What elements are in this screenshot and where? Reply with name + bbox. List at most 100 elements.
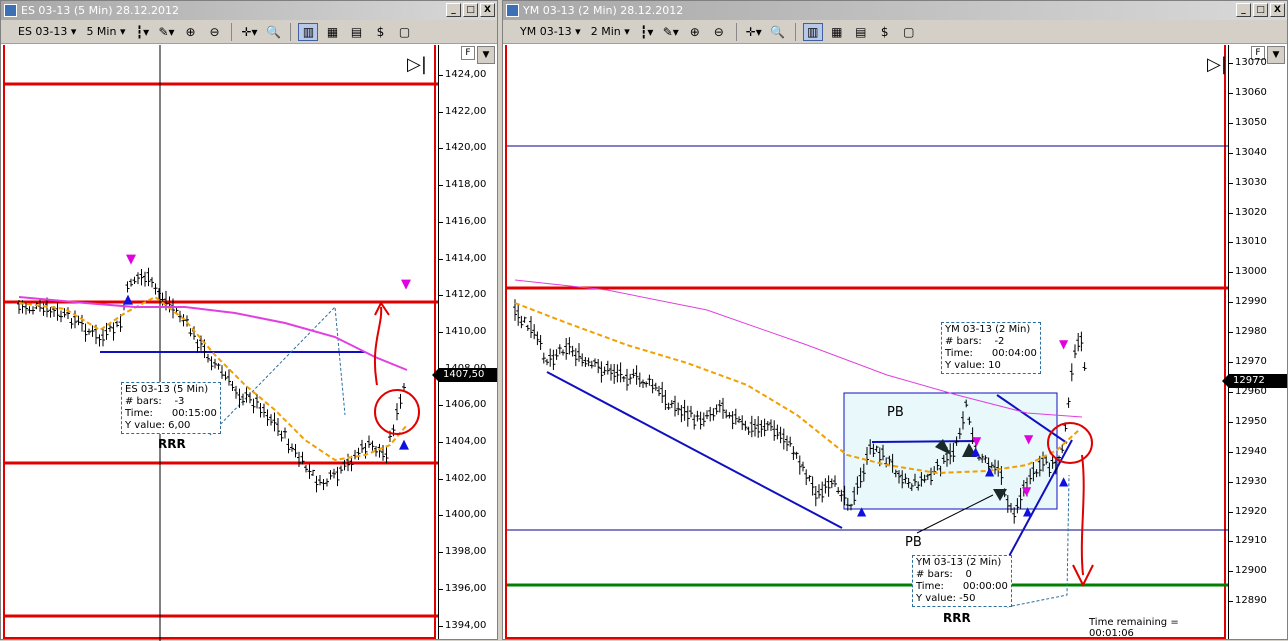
axis-tick-label: 12950	[1229, 415, 1267, 427]
toolbar-divider	[231, 22, 233, 41]
ym-chart-window[interactable]: YM 03-13 (2 Min) 28.12.2012 _ □ X YM 03-…	[502, 0, 1288, 640]
properties-icon[interactable]: ▢	[394, 23, 414, 41]
minimize-button[interactable]: _	[446, 3, 461, 17]
instrument-selector[interactable]: ES 03-13 ▾	[15, 25, 79, 38]
axis-tick-label: 12990	[1229, 296, 1267, 308]
price-axis[interactable]: F ▼ 13070 13060 13050 13040 13030 13020 13010 1…	[1222, 45, 1287, 639]
axis-tick-label: 13070	[1229, 57, 1267, 68]
chart-style-icon[interactable]: ▤	[851, 23, 871, 41]
interval-selector[interactable]: 5 Min ▾	[83, 25, 128, 38]
bars-type-icon[interactable]: ┇▾	[132, 23, 152, 41]
dollar-icon[interactable]: $	[370, 23, 390, 41]
strategies-icon[interactable]: ▦	[827, 23, 847, 41]
axis-tick-label: 13030	[1229, 176, 1267, 188]
axis-dropdown-button[interactable]: ▼	[1267, 46, 1285, 64]
chart-toolbar: YM 03-13 ▾ 2 Min ▾ ┇▾ ✎▾ ⊕ ⊖ ✛▾ 🔍 ▥ ▦ ▤ …	[503, 20, 1287, 44]
indicators-icon[interactable]: ▥	[802, 22, 823, 41]
zoom-in-icon[interactable]: ⊕	[685, 23, 705, 41]
time-remaining: Time remaining = 00:01:06	[1089, 617, 1179, 639]
axis-tick-label: 1402,00	[438, 472, 487, 484]
instrument-selector[interactable]: YM 03-13 ▾	[517, 25, 584, 38]
axis-tick-label: 13050	[1229, 116, 1267, 128]
title-bar[interactable]: ES 03-13 (5 Min) 28.12.2012 _ □ X	[1, 1, 497, 20]
axis-tick-label: 1398,00	[438, 546, 487, 558]
axis-tick-label: 12900	[1229, 565, 1267, 577]
measure-info-box-top: YM 03-13 (2 Min) # bars: -2 Time: 00:04:00…	[941, 322, 1041, 374]
zoom-out-icon[interactable]: ⊖	[204, 23, 224, 41]
axis-tick-label: 1420,00	[438, 142, 487, 154]
toolbar-divider	[735, 22, 737, 41]
axis-tick-label: 12930	[1229, 475, 1267, 487]
measure-info-box: ES 03-13 (5 Min) # bars: -3 Time: 00:15:00…	[121, 382, 221, 434]
axis-tick-label: 1422,00	[438, 105, 487, 117]
pencil-icon[interactable]: ✎▾	[156, 23, 176, 41]
crosshair-icon[interactable]: ✛▾	[239, 23, 259, 41]
signal-arrow: ▲	[1059, 474, 1069, 488]
axis-tick-label: 13040	[1229, 146, 1267, 158]
axis-dropdown-button[interactable]: ▼	[477, 46, 495, 64]
close-button[interactable]: X	[1270, 3, 1285, 17]
last-price-marker: 12972	[1222, 374, 1287, 388]
rrr-label: RRR	[943, 611, 971, 625]
axis-tick-label: 12920	[1229, 505, 1267, 517]
window-title: YM 03-13 (2 Min) 28.12.2012	[523, 4, 684, 17]
axis-tick-label: 1416,00	[438, 215, 487, 227]
signal-arrow: ▼	[1059, 337, 1069, 351]
bars-type-icon[interactable]: ┇▾	[637, 23, 657, 41]
chart-style-icon[interactable]: ▤	[346, 23, 366, 41]
signal-arrow: ▲	[857, 504, 867, 518]
signal-arrow: ▲	[399, 437, 409, 452]
strategies-icon[interactable]: ▦	[322, 23, 342, 41]
axis-tick-label: 1404,00	[438, 436, 487, 447]
es-plot-panel[interactable]: ▼ ▼ ▲ ▲ ▷| ES 03-13 (5 Min) # bars: -3 Time: …	[3, 45, 438, 641]
signal-arrow: ▼	[1022, 484, 1032, 498]
signal-arrow: ▲	[971, 444, 981, 458]
rrr-label: RRR	[158, 437, 186, 451]
toolbar-divider	[290, 22, 292, 41]
skip-to-end-icon[interactable]: ▷|	[407, 55, 429, 75]
skip-to-end-icon[interactable]: ▷|	[1207, 55, 1229, 75]
interval-selector[interactable]: 2 Min ▾	[588, 25, 633, 38]
crosshair-icon[interactable]: ✛▾	[744, 23, 764, 41]
pb-label-upper: PB	[887, 405, 904, 420]
es-chart-area[interactable]: ▼ ▼ ▲ ▲ ▷| ES 03-13 (5 Min) # bars: -3 Time: …	[1, 45, 497, 641]
indicators-icon[interactable]: ▥	[298, 22, 319, 41]
restore-button[interactable]: □	[1253, 3, 1268, 17]
axis-tick-label: 1396,00	[438, 582, 487, 594]
ym-chart-area[interactable]: ▼ ▼ ▼ ▼ ▲ ▲ ▲ ▲ ▲ ▷| YM 03-13 (2 Min) # bars: -2 T…	[503, 45, 1287, 639]
restore-button[interactable]: □	[463, 3, 478, 17]
title-bar[interactable]: YM 03-13 (2 Min) 28.12.2012 _ □ X	[503, 1, 1287, 20]
hand-drawn-arrow	[1072, 454, 1094, 588]
window-title: ES 03-13 (5 Min) 28.12.2012	[21, 4, 179, 17]
axis-f-button[interactable]: F	[461, 46, 475, 60]
properties-icon[interactable]: ▢	[899, 23, 919, 41]
axis-tick-label: 1418,00	[438, 179, 487, 191]
signal-arrow: ▲	[1023, 504, 1033, 518]
trend-line	[871, 440, 978, 443]
axis-tick-label: 12940	[1229, 445, 1267, 457]
es-chart-window[interactable]: ES 03-13 (5 Min) 28.12.2012 _ □ X ES 03-…	[0, 0, 498, 641]
pb-label-lower: PB	[905, 535, 922, 550]
magnifier-icon[interactable]: 🔍	[768, 23, 788, 41]
minimize-button[interactable]: _	[1236, 3, 1251, 17]
axis-tick-label: 13000	[1229, 266, 1267, 278]
dollar-icon[interactable]: $	[875, 23, 895, 41]
axis-tick-label: 12970	[1229, 356, 1267, 367]
measure-info-box-bottom: YM 03-13 (2 Min) # bars: 0 Time: 00:00:00 Y…	[912, 555, 1012, 607]
signal-arrow: ▼	[401, 277, 411, 292]
chart-toolbar: ES 03-13 ▾ 5 Min ▾ ┇▾ ✎▾ ⊕ ⊖ ✛▾ 🔍 ▥ ▦ ▤ …	[1, 20, 497, 44]
ym-plot-panel[interactable]: ▼ ▼ ▼ ▼ ▲ ▲ ▲ ▲ ▲ ▷| YM 03-13 (2 Min) # bars: -2 T…	[505, 45, 1229, 639]
pencil-icon[interactable]: ✎▾	[661, 23, 681, 41]
axis-tick-label: 1414,00	[438, 252, 487, 264]
zoom-in-icon[interactable]: ⊕	[180, 23, 200, 41]
axis-tick-label: 13010	[1229, 236, 1267, 248]
axis-tick-label: 1406,00	[438, 399, 487, 411]
magnifier-icon[interactable]: 🔍	[263, 23, 283, 41]
hand-drawn-arrow	[373, 301, 390, 386]
price-axis[interactable]: F ▼ 1424,00 1422,00 1420,00 1418,00 1416,00 1…	[432, 45, 497, 639]
zoom-out-icon[interactable]: ⊖	[709, 23, 729, 41]
close-button[interactable]: X	[480, 3, 495, 17]
axis-tick-label: 13060	[1229, 86, 1267, 98]
axis-tick-label: 1424,00	[438, 69, 487, 80]
signal-arrow: ▲	[123, 292, 133, 307]
